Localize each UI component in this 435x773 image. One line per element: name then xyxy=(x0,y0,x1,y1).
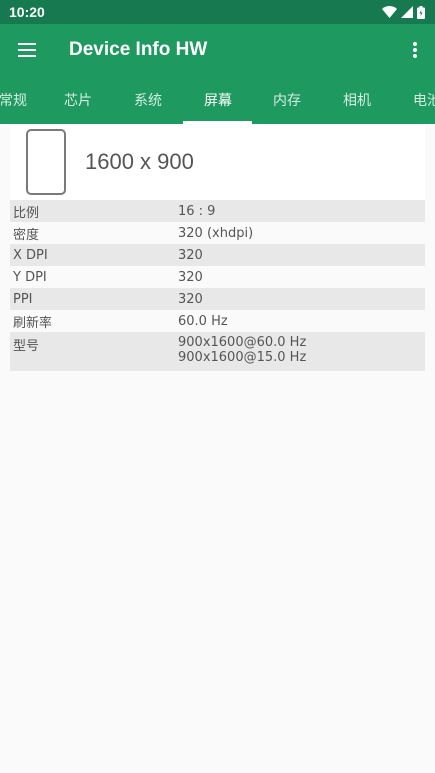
row-value: 320 (xhdpi) xyxy=(178,225,254,241)
table-row: 型号 900x1600@60.0 Hz 900x1600@15.0 Hz xyxy=(10,332,425,371)
screen-resolution: 1600 x 900 xyxy=(85,149,194,174)
tab-camera[interactable]: 相机 xyxy=(322,76,392,124)
table-row: PPI 320 xyxy=(10,288,425,310)
status-bar: 10:20 xyxy=(0,0,435,24)
row-value: 900x1600@60.0 Hz 900x1600@15.0 Hz xyxy=(178,335,425,365)
tab-label: 屏幕 xyxy=(204,93,232,109)
more-vert-icon xyxy=(413,42,417,58)
tab-label: 系统 xyxy=(134,93,162,109)
app-bar: Device Info HW xyxy=(0,24,435,76)
tab-bar: 常规 芯片 系统 屏幕 内存 相机 电池 xyxy=(0,76,435,124)
status-icons xyxy=(382,5,425,19)
screen-header: 1600 x 900 xyxy=(10,124,425,200)
app-title: Device Info HW xyxy=(69,39,208,60)
tab-label: 常规 xyxy=(0,93,27,109)
tab-battery[interactable]: 电池 xyxy=(392,76,435,124)
row-label: Y DPI xyxy=(13,269,47,285)
tab-chip[interactable]: 芯片 xyxy=(43,76,113,124)
table-row: 刷新率 60.0 Hz xyxy=(10,310,425,332)
row-label: PPI xyxy=(13,291,33,307)
row-value: 60.0 Hz xyxy=(178,313,228,329)
tab-screen[interactable]: 屏幕 xyxy=(183,76,253,124)
table-row: X DPI 320 xyxy=(10,244,425,266)
tab-label: 电池 xyxy=(413,93,435,109)
hamburger-menu-icon xyxy=(18,43,36,57)
tab-label: 内存 xyxy=(273,93,301,109)
tab-label: 芯片 xyxy=(64,93,92,109)
row-label: 刷新率 xyxy=(13,315,53,331)
row-label: X DPI xyxy=(13,247,48,263)
display-mode: 900x1600@60.0 Hz xyxy=(178,335,307,350)
overflow-menu-button[interactable] xyxy=(395,24,435,76)
battery-icon xyxy=(417,5,425,19)
tab-general[interactable]: 常规 xyxy=(0,76,48,124)
signal-icon xyxy=(401,6,413,18)
row-label: 型号 xyxy=(13,339,40,354)
row-value: 16 : 9 xyxy=(178,203,216,219)
row-value: 320 xyxy=(178,269,203,285)
tab-memory[interactable]: 内存 xyxy=(252,76,322,124)
phone-outline-icon xyxy=(26,129,66,195)
status-time: 10:20 xyxy=(9,4,45,20)
display-mode: 900x1600@15.0 Hz xyxy=(178,350,307,365)
menu-button[interactable] xyxy=(0,24,55,76)
screen-info: 1600 x 900 比例 16 : 9 密度 320 (xhdpi) X DP… xyxy=(10,124,425,371)
table-row: Y DPI 320 xyxy=(10,266,425,288)
wifi-icon xyxy=(382,6,397,18)
tab-label: 相机 xyxy=(343,93,371,109)
tab-system[interactable]: 系统 xyxy=(113,76,183,124)
row-label: 比例 xyxy=(13,205,40,221)
row-value: 320 xyxy=(178,291,203,307)
table-row: 比例 16 : 9 xyxy=(10,200,425,222)
row-label: 密度 xyxy=(13,227,40,243)
table-row: 密度 320 (xhdpi) xyxy=(10,222,425,244)
row-value: 320 xyxy=(178,247,203,263)
